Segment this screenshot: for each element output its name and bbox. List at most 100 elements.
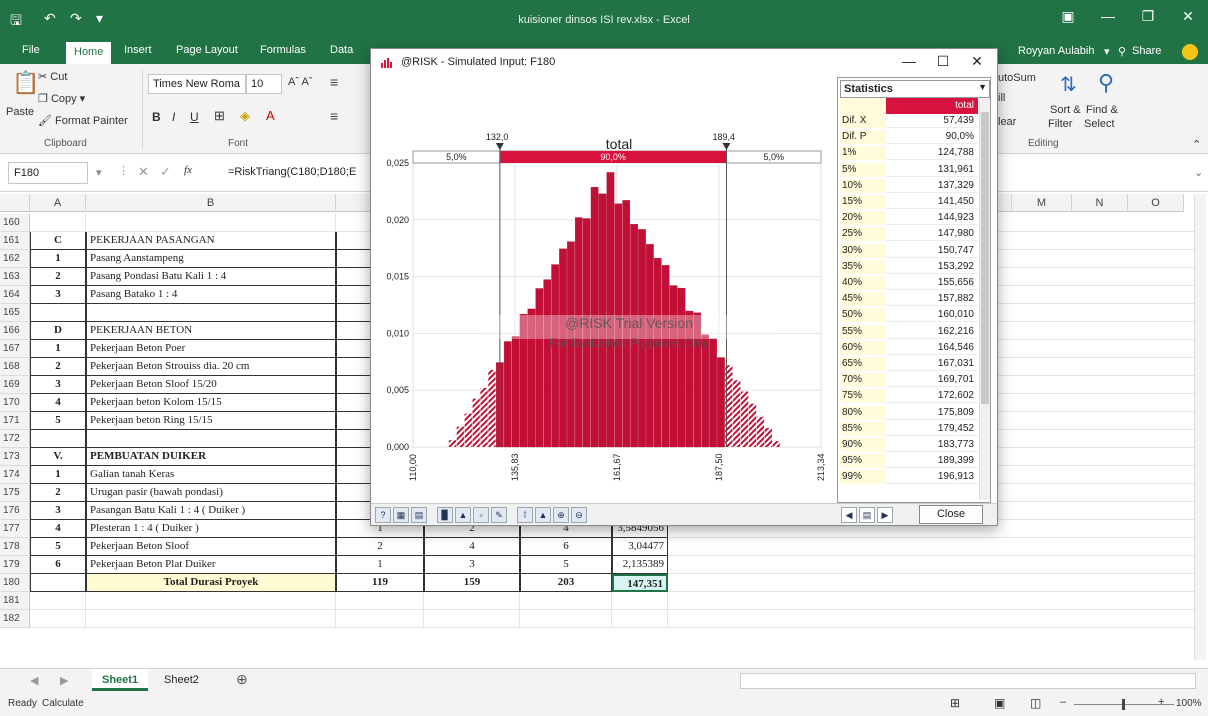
sort-filter-label-1[interactable]: Sort &	[1050, 104, 1081, 116]
previous-result-icon[interactable]: ◀	[841, 507, 857, 523]
cell-c-181[interactable]	[336, 592, 424, 610]
risk-close-icon[interactable]: ✕	[961, 53, 993, 70]
row-header[interactable]: 161	[0, 232, 30, 250]
cell-d-180[interactable]: 159	[424, 574, 520, 592]
ribbon-display-icon[interactable]: ▣	[1048, 8, 1088, 25]
cell-a-181[interactable]	[30, 592, 86, 610]
cell-b-171[interactable]: Pekerjaan beton Ring 15/15	[86, 412, 336, 430]
feedback-smiley-icon[interactable]	[1182, 44, 1198, 60]
copy-report-icon[interactable]: ▤	[411, 507, 427, 523]
cut-button[interactable]: ✂ Cut	[38, 70, 67, 83]
grow-font-icon[interactable]: Aˆ Aˇ	[288, 76, 312, 88]
histogram-icon[interactable]: ▉	[437, 507, 453, 523]
tornado-icon[interactable]: ▫	[473, 507, 489, 523]
row-header[interactable]: 170	[0, 394, 30, 412]
cell-b-176[interactable]: Pasangan Batu Kali 1 : 4 ( Duiker )	[86, 502, 336, 520]
row-header[interactable]: 181	[0, 592, 30, 610]
cell-b-168[interactable]: Pekerjaan Beton Strouiss dia. 20 cm	[86, 358, 336, 376]
row-header[interactable]: 167	[0, 340, 30, 358]
column-header-a[interactable]: A	[30, 194, 86, 212]
cell-a-170[interactable]: 4	[30, 394, 86, 412]
cell-f-180[interactable]: 147,351	[612, 574, 668, 592]
cell-c-179[interactable]: 1	[336, 556, 424, 574]
cell-a-174[interactable]: 1	[30, 466, 86, 484]
next-result-icon[interactable]: ▶	[877, 507, 893, 523]
statistics-selector[interactable]: Statistics ▼	[840, 80, 990, 98]
next-sheet-icon[interactable]: ▶	[50, 669, 78, 691]
zoom-slider-thumb[interactable]	[1122, 699, 1125, 710]
underline-button[interactable]: U	[190, 110, 199, 124]
align-left-icon[interactable]: ≡	[330, 108, 338, 124]
cell-a-161[interactable]: C	[30, 232, 86, 250]
page-layout-view-icon[interactable]: ▣	[994, 696, 1005, 710]
cell-b-161[interactable]: PEKERJAAN PASANGAN	[86, 232, 336, 250]
row-header[interactable]: 182	[0, 610, 30, 628]
cell-c-180[interactable]: 119	[336, 574, 424, 592]
cell-a-171[interactable]: 5	[30, 412, 86, 430]
cell-b-164[interactable]: Pasang Batako 1 : 4	[86, 286, 336, 304]
cell-b-162[interactable]: Pasang Aanstampeng	[86, 250, 336, 268]
cell-b-178[interactable]: Pekerjaan Beton Sloof	[86, 538, 336, 556]
cell-b-173[interactable]: PEMBUATAN DUIKER	[86, 448, 336, 466]
cell-e-178[interactable]: 6	[520, 538, 612, 556]
cell-c-182[interactable]	[336, 610, 424, 628]
row-header[interactable]: 168	[0, 358, 30, 376]
cell-d-182[interactable]	[424, 610, 520, 628]
risk-maximize-icon[interactable]: ☐	[927, 53, 959, 70]
zoom-out-icon[interactable]: ⊖	[571, 507, 587, 523]
cell-a-180[interactable]	[30, 574, 86, 592]
row-header[interactable]: 160	[0, 214, 30, 232]
cell-b-160[interactable]	[86, 214, 336, 232]
sheet-tab-sheet2[interactable]: Sheet2	[154, 669, 209, 691]
statistics-panel[interactable]: Statistics ▼ total Dif. X 57,439 Dif. P 90,…	[837, 77, 991, 503]
insert-function-icon[interactable]: fx	[184, 164, 192, 176]
cell-b-175[interactable]: Urugan pasir (bawah pondasi)	[86, 484, 336, 502]
cell-b-182[interactable]	[86, 610, 336, 628]
sort-filter-label-2[interactable]: Filter	[1048, 118, 1072, 130]
cell-b-163[interactable]: Pasang Pondasi Batu Kali 1 : 4	[86, 268, 336, 286]
tab-file[interactable]: File	[22, 44, 40, 56]
close-icon[interactable]: ✕	[1168, 8, 1208, 25]
cell-b-180[interactable]: Total Durasi Proyek	[86, 574, 336, 592]
row-header[interactable]: 165	[0, 304, 30, 322]
row-header[interactable]: 179	[0, 556, 30, 574]
risk-window-titlebar[interactable]: @RISK - Simulated Input: F180 — ☐ ✕	[371, 49, 997, 77]
statistics-scrollbar[interactable]	[979, 98, 990, 500]
tab-formulas[interactable]: Formulas	[260, 44, 306, 56]
cell-b-169[interactable]: Pekerjaan Beton Sloof 15/20	[86, 376, 336, 394]
cell-a-179[interactable]: 6	[30, 556, 86, 574]
cell-d-178[interactable]: 4	[424, 538, 520, 556]
cell-b-170[interactable]: Pekerjaan beton Kolom 15/15	[86, 394, 336, 412]
sort-filter-icon[interactable]: ⇅	[1060, 72, 1077, 97]
prev-sheet-icon[interactable]: ◀	[20, 669, 48, 691]
statistics-scrollbar-thumb[interactable]	[981, 112, 989, 404]
cell-a-163[interactable]: 2	[30, 268, 86, 286]
row-header[interactable]: 169	[0, 376, 30, 394]
cell-b-174[interactable]: Galian tanah Keras	[86, 466, 336, 484]
row-header[interactable]: 173	[0, 448, 30, 466]
sheet-tab-sheet1[interactable]: Sheet1	[92, 669, 149, 691]
find-select-label-2[interactable]: Select	[1084, 118, 1115, 130]
row-header[interactable]: 166	[0, 322, 30, 340]
normal-view-icon[interactable]: ⊞	[950, 696, 960, 710]
cell-b-179[interactable]: Pekerjaan Beton Plat Duiker	[86, 556, 336, 574]
expand-formula-icon[interactable]: ⌄	[1194, 166, 1203, 179]
cell-f-179[interactable]: 2,135389	[612, 556, 668, 574]
zoom-in-button[interactable]: +	[1158, 696, 1164, 708]
cell-a-168[interactable]: 2	[30, 358, 86, 376]
minimize-icon[interactable]: —	[1088, 8, 1128, 24]
fill-button[interactable]: ill	[998, 92, 1005, 104]
help-icon[interactable]: ?	[375, 507, 391, 523]
risk-histogram-chart[interactable]: total 132,0 189,4 5,0% 90,0% 5,0% 0,000 0,005 0,…	[371, 77, 835, 503]
font-color-icon[interactable]: A	[266, 108, 275, 123]
italic-button[interactable]: I	[172, 110, 175, 124]
cell-b-166[interactable]: PEKERJAAN BETON	[86, 322, 336, 340]
tab-home[interactable]: Home	[66, 42, 112, 64]
copy-button[interactable]: ❐ Copy ▾	[38, 92, 85, 105]
row-header[interactable]: 174	[0, 466, 30, 484]
vertical-scrollbar[interactable]	[1194, 194, 1206, 660]
row-header[interactable]: 164	[0, 286, 30, 304]
maximize-icon[interactable]: ❐	[1128, 8, 1168, 25]
share-button[interactable]: Share	[1132, 45, 1161, 57]
column-header-m[interactable]: M	[1012, 194, 1072, 212]
